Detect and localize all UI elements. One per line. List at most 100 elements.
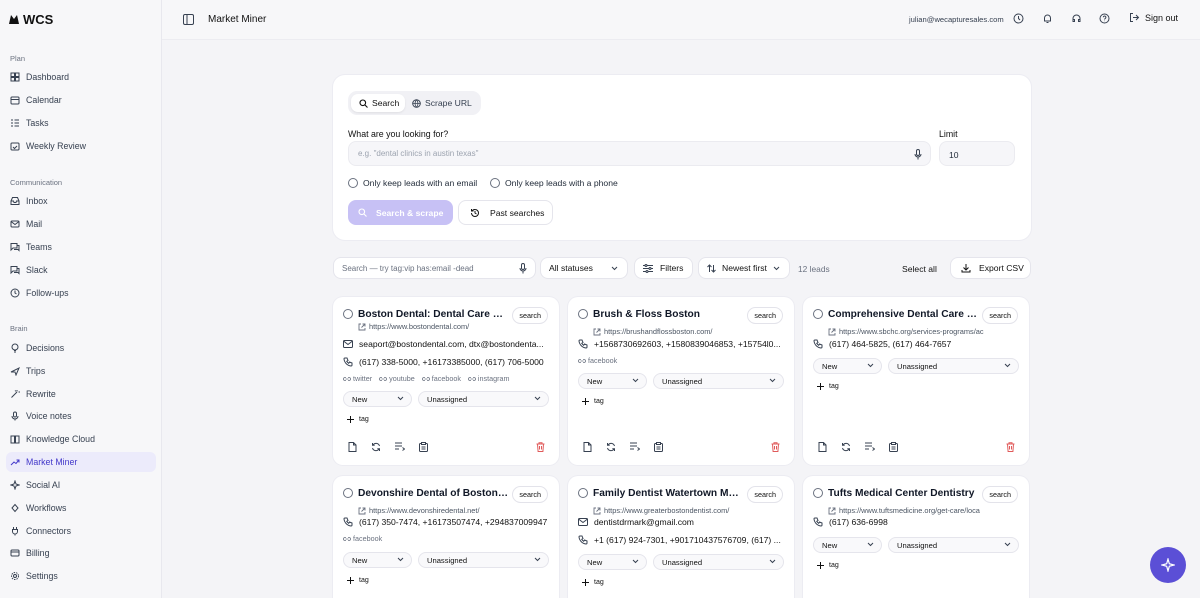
- lead-card[interactable]: Family Dentist Watertown MA ... search htt…: [568, 476, 794, 598]
- add-tag-button[interactable]: tag: [817, 562, 839, 569]
- add-tag-button[interactable]: tag: [347, 577, 369, 584]
- lead-assignee-select[interactable]: Unassigned: [653, 373, 784, 389]
- sidebar-item-slack[interactable]: Slack: [6, 260, 156, 280]
- lead-phone-row[interactable]: (617) 350-7474, +16173507474, +294837009…: [343, 517, 548, 527]
- email-only-option[interactable]: Only keep leads with an email: [348, 178, 477, 188]
- microphone-icon[interactable]: [519, 263, 527, 274]
- lead-phone-row[interactable]: +1 (617) 924-7301, +901710437576709, (61…: [578, 535, 783, 545]
- sidebar-item-market-miner[interactable]: Market Miner: [6, 452, 156, 472]
- sidebar-item-settings[interactable]: Settings: [6, 566, 156, 586]
- sidebar-toggle-icon[interactable]: [183, 14, 194, 25]
- notes-icon[interactable]: [630, 442, 640, 451]
- sidebar-item-social-ai[interactable]: Social AI: [6, 475, 156, 495]
- notes-icon[interactable]: [865, 442, 875, 451]
- lead-search-input[interactable]: Search — try tag:vip has:email -dead: [333, 257, 536, 279]
- lead-assignee-select[interactable]: Unassigned: [653, 554, 784, 570]
- sort-select[interactable]: Newest first: [698, 257, 790, 279]
- sidebar-item-calendar[interactable]: Calendar: [6, 90, 156, 110]
- notes-icon[interactable]: [395, 442, 405, 451]
- export-csv-button[interactable]: Export CSV: [950, 257, 1031, 279]
- social-link[interactable]: facebook: [421, 374, 461, 383]
- social-link[interactable]: facebook: [578, 356, 617, 365]
- social-link[interactable]: youtube: [379, 374, 415, 383]
- lead-select-radio[interactable]: [343, 309, 353, 319]
- lead-phone-row[interactable]: (617) 636-6998: [813, 517, 1018, 527]
- search-scrape-button[interactable]: Search & scrape: [348, 200, 453, 225]
- sidebar-item-inbox[interactable]: Inbox: [6, 191, 156, 211]
- sidebar-item-decisions[interactable]: Decisions: [6, 338, 156, 358]
- sidebar-item-tasks[interactable]: Tasks: [6, 113, 156, 133]
- social-link[interactable]: instagram: [468, 374, 509, 383]
- lead-phone-row[interactable]: (617) 464-5825, (617) 464-7657: [813, 339, 1018, 349]
- clipboard-icon[interactable]: [419, 442, 428, 452]
- email-only-radio[interactable]: [348, 178, 358, 188]
- lead-card[interactable]: Comprehensive Dental Care in ... search ht…: [803, 297, 1029, 465]
- social-link[interactable]: twitter: [343, 374, 372, 383]
- sign-out-button[interactable]: Sign out: [1129, 12, 1178, 23]
- lead-status-select[interactable]: New: [813, 358, 882, 374]
- add-tag-button[interactable]: tag: [347, 416, 369, 423]
- lead-select-radio[interactable]: [813, 309, 823, 319]
- select-all-button[interactable]: Select all: [902, 264, 937, 274]
- lead-status-select[interactable]: New: [343, 552, 412, 568]
- filters-button[interactable]: Filters: [634, 257, 693, 279]
- ai-assistant-button[interactable]: [1150, 547, 1186, 583]
- phone-only-option[interactable]: Only keep leads with a phone: [490, 178, 618, 188]
- lead-email-row[interactable]: dentistdrmark@gmail.com: [578, 517, 783, 527]
- lead-website-link[interactable]: https://www.sbchc.org/services-programs/…: [828, 327, 1023, 336]
- lead-assignee-select[interactable]: Unassigned: [888, 537, 1019, 553]
- sidebar-item-dashboard[interactable]: Dashboard: [6, 67, 156, 87]
- headset-icon[interactable]: [1071, 13, 1082, 24]
- clipboard-icon[interactable]: [889, 442, 898, 452]
- lead-card[interactable]: Boston Dental: Dental Care Th... search ht…: [333, 297, 559, 465]
- lead-select-radio[interactable]: [813, 488, 823, 498]
- lead-assignee-select[interactable]: Unassigned: [888, 358, 1019, 374]
- sidebar-item-connectors[interactable]: Connectors: [6, 521, 156, 541]
- tab-search[interactable]: Search: [351, 94, 405, 112]
- sidebar-item-knowledge-cloud[interactable]: Knowledge Cloud: [6, 429, 156, 449]
- lead-card[interactable]: Brush & Floss Boston search https://brusha…: [568, 297, 794, 465]
- lead-status-select[interactable]: New: [578, 554, 647, 570]
- lead-website-link[interactable]: https://www.bostondental.com/: [358, 322, 553, 331]
- sidebar-item-teams[interactable]: Teams: [6, 237, 156, 257]
- lead-select-radio[interactable]: [578, 309, 588, 319]
- document-icon[interactable]: [818, 442, 827, 452]
- status-select[interactable]: All statuses: [540, 257, 628, 279]
- lead-status-select[interactable]: New: [343, 391, 412, 407]
- social-link[interactable]: facebook: [343, 534, 382, 543]
- lead-card[interactable]: Devonshire Dental of Boston: ... search ht…: [333, 476, 559, 598]
- sidebar-item-voice-notes[interactable]: Voice notes: [6, 406, 156, 426]
- sidebar-item-trips[interactable]: Trips: [6, 361, 156, 381]
- past-searches-button[interactable]: Past searches: [458, 200, 553, 225]
- tab-scrape-url[interactable]: Scrape URL: [412, 94, 472, 112]
- add-tag-button[interactable]: tag: [582, 579, 604, 586]
- microphone-icon[interactable]: [914, 149, 922, 160]
- trash-icon[interactable]: [771, 442, 780, 452]
- document-icon[interactable]: [348, 442, 357, 452]
- lead-website-link[interactable]: https://www.greaterbostondentist.com/: [593, 506, 788, 515]
- sidebar-item-rewrite[interactable]: Rewrite: [6, 384, 156, 404]
- bell-icon[interactable]: [1042, 13, 1053, 24]
- lead-select-radio[interactable]: [343, 488, 353, 498]
- add-tag-button[interactable]: tag: [817, 383, 839, 390]
- lead-status-select[interactable]: New: [578, 373, 647, 389]
- lead-website-link[interactable]: https://www.tuftsmedicine.org/get-care/l…: [828, 506, 1023, 515]
- refresh-icon[interactable]: [841, 442, 851, 452]
- limit-input[interactable]: 10: [939, 141, 1015, 166]
- lead-select-radio[interactable]: [578, 488, 588, 498]
- lead-email-row[interactable]: seaport@bostondental.com, dtx@bostondent…: [343, 339, 548, 349]
- lead-website-link[interactable]: https://www.devonshiredental.net/: [358, 506, 553, 515]
- phone-only-radio[interactable]: [490, 178, 500, 188]
- app-logo[interactable]: WCS: [8, 12, 53, 27]
- refresh-icon[interactable]: [606, 442, 616, 452]
- lead-assignee-select[interactable]: Unassigned: [418, 391, 549, 407]
- trash-icon[interactable]: [536, 442, 545, 452]
- trash-icon[interactable]: [1006, 442, 1015, 452]
- sidebar-item-weekly-review[interactable]: Weekly Review: [6, 136, 156, 156]
- clipboard-icon[interactable]: [654, 442, 663, 452]
- lead-assignee-select[interactable]: Unassigned: [418, 552, 549, 568]
- sidebar-item-mail[interactable]: Mail: [6, 214, 156, 234]
- lead-status-select[interactable]: New: [813, 537, 882, 553]
- sidebar-item-workflows[interactable]: Workflows: [6, 498, 156, 518]
- document-icon[interactable]: [583, 442, 592, 452]
